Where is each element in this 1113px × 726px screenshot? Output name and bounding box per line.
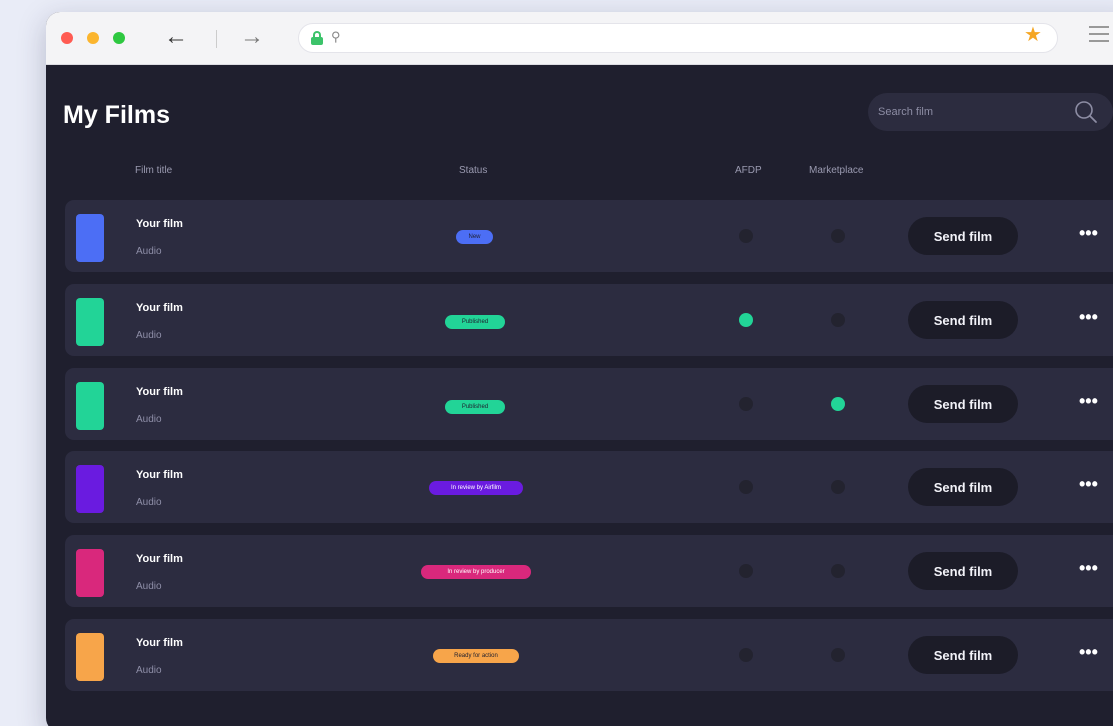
back-arrow-icon[interactable]: ←	[164, 25, 188, 49]
page-title: My Films	[63, 101, 170, 129]
marketplace-indicator	[831, 397, 845, 411]
status-badge: New	[456, 230, 493, 244]
column-header-marketplace: Marketplace	[809, 165, 864, 176]
marketplace-indicator	[831, 313, 845, 327]
film-thumbnail	[76, 382, 104, 430]
browser-window: ← → ⚲ ★ My Films Film title Status AFDP …	[46, 12, 1113, 726]
column-header-status: Status	[459, 165, 488, 176]
search-box[interactable]	[868, 93, 1113, 131]
forward-arrow-icon[interactable]: →	[240, 25, 264, 49]
marketplace-indicator	[831, 229, 845, 243]
minimize-window-button[interactable]	[87, 32, 99, 44]
more-options-icon[interactable]: •••	[1079, 643, 1098, 661]
address-bar[interactable]: ⚲	[298, 23, 1058, 53]
film-row[interactable]: Your film Audio New Send film •••	[65, 200, 1113, 272]
film-row[interactable]: Your film Audio In review by producer Se…	[65, 535, 1113, 607]
column-header-film-title: Film title	[135, 165, 173, 176]
send-film-button[interactable]: Send film	[908, 636, 1018, 674]
film-type: Audio	[136, 246, 162, 257]
more-options-icon[interactable]: •••	[1079, 475, 1098, 493]
afdp-indicator	[739, 397, 753, 411]
film-thumbnail	[76, 549, 104, 597]
film-row[interactable]: Your film Audio Published Send film •••	[65, 284, 1113, 356]
status-badge: In review by producer	[421, 565, 531, 579]
film-type: Audio	[136, 497, 162, 508]
hamburger-menu-icon[interactable]	[1089, 26, 1109, 47]
search-input[interactable]	[878, 104, 1058, 120]
column-header-afdp: AFDP	[735, 165, 762, 176]
status-badge: In review by Airfilm	[429, 481, 523, 495]
browser-toolbar: ← → ⚲ ★	[46, 12, 1113, 65]
send-film-button[interactable]: Send film	[908, 217, 1018, 255]
marketplace-indicator	[831, 648, 845, 662]
film-title: Your film	[136, 469, 183, 481]
afdp-indicator	[739, 229, 753, 243]
film-row[interactable]: Your film Audio In review by Airfilm Sen…	[65, 451, 1113, 523]
film-row[interactable]: Your film Audio Ready for action Send fi…	[65, 619, 1113, 691]
films-page: My Films Film title Status AFDP Marketpl…	[46, 65, 1113, 726]
film-title: Your film	[136, 302, 183, 314]
afdp-indicator	[739, 564, 753, 578]
nav-divider	[216, 30, 217, 48]
more-options-icon[interactable]: •••	[1079, 559, 1098, 577]
film-type: Audio	[136, 330, 162, 341]
film-type: Audio	[136, 581, 162, 592]
close-window-button[interactable]	[61, 32, 73, 44]
film-thumbnail	[76, 465, 104, 513]
film-title: Your film	[136, 218, 183, 230]
more-options-icon[interactable]: •••	[1079, 308, 1098, 326]
film-title: Your film	[136, 637, 183, 649]
film-title: Your film	[136, 386, 183, 398]
film-type: Audio	[136, 414, 162, 425]
film-type: Audio	[136, 665, 162, 676]
bookmark-star-icon[interactable]: ★	[1024, 24, 1042, 46]
more-options-icon[interactable]: •••	[1079, 392, 1098, 410]
marketplace-indicator	[831, 564, 845, 578]
status-badge: Published	[445, 400, 505, 414]
send-film-button[interactable]: Send film	[908, 468, 1018, 506]
afdp-indicator	[739, 480, 753, 494]
search-icon[interactable]	[1073, 99, 1099, 125]
afdp-indicator	[739, 313, 753, 327]
afdp-indicator	[739, 648, 753, 662]
film-row[interactable]: Your film Audio Published Send film •••	[65, 368, 1113, 440]
film-thumbnail	[76, 298, 104, 346]
status-badge: Published	[445, 315, 505, 329]
lock-icon	[311, 31, 323, 45]
film-thumbnail	[76, 633, 104, 681]
more-options-icon[interactable]: •••	[1079, 224, 1098, 242]
send-film-button[interactable]: Send film	[908, 385, 1018, 423]
marketplace-indicator	[831, 480, 845, 494]
send-film-button[interactable]: Send film	[908, 552, 1018, 590]
maximize-window-button[interactable]	[113, 32, 125, 44]
film-title: Your film	[136, 553, 183, 565]
send-film-button[interactable]: Send film	[908, 301, 1018, 339]
address-search-icon: ⚲	[331, 29, 341, 44]
film-thumbnail	[76, 214, 104, 262]
status-badge: Ready for action	[433, 649, 519, 663]
